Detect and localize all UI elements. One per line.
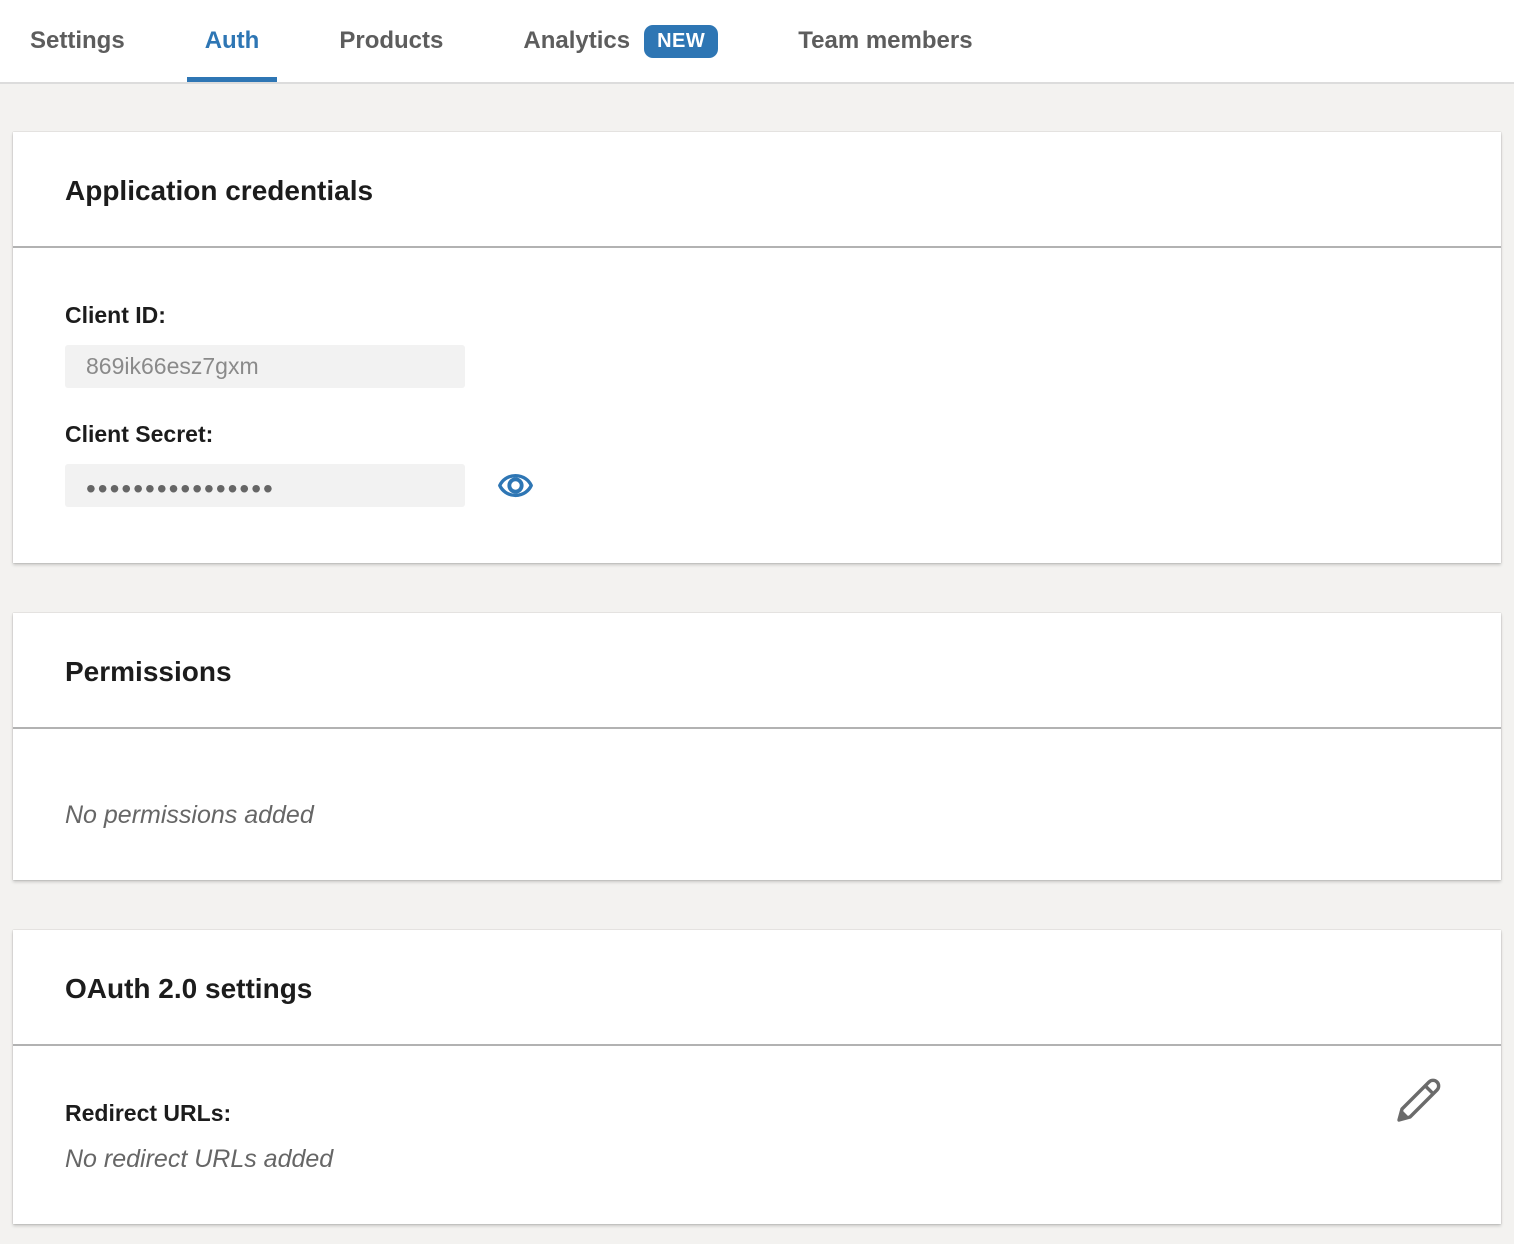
tab-settings[interactable]: Settings xyxy=(30,0,125,82)
permissions-body: No permissions added xyxy=(13,729,1501,880)
application-credentials-body: Client ID: 869ik66esz7gxm Client Secret:… xyxy=(13,248,1501,563)
no-permissions-text: No permissions added xyxy=(65,801,1449,830)
edit-redirect-urls-button[interactable] xyxy=(1395,1076,1443,1124)
permissions-header: Permissions xyxy=(13,613,1501,729)
client-id-label: Client ID: xyxy=(65,302,1449,329)
tab-products-label: Products xyxy=(339,27,443,55)
oauth-settings-title: OAuth 2.0 settings xyxy=(65,972,1449,1006)
oauth-settings-card: OAuth 2.0 settings Redirect URLs: No red… xyxy=(13,930,1501,1224)
permissions-title: Permissions xyxy=(65,655,1449,689)
tab-auth-label: Auth xyxy=(205,27,260,55)
redirect-urls-label: Redirect URLs: xyxy=(65,1100,1449,1127)
permissions-card: Permissions No permissions added xyxy=(13,613,1501,880)
application-credentials-header: Application credentials xyxy=(13,132,1501,248)
tab-team-members[interactable]: Team members xyxy=(798,0,972,82)
application-credentials-card: Application credentials Client ID: 869ik… xyxy=(13,132,1501,563)
analytics-new-badge: NEW xyxy=(644,25,718,58)
client-secret-group: Client Secret: •••••••••••••••• xyxy=(65,421,1449,507)
client-secret-field: •••••••••••••••• xyxy=(65,464,465,507)
auth-tab-content: Application credentials Client ID: 869ik… xyxy=(0,84,1514,1237)
application-credentials-title: Application credentials xyxy=(65,174,1449,208)
tab-bar: Settings Auth Products Analytics NEW Tea… xyxy=(0,0,1514,84)
client-id-group: Client ID: 869ik66esz7gxm xyxy=(65,302,1449,388)
no-redirect-urls-text: No redirect URLs added xyxy=(65,1145,1449,1174)
client-secret-label: Client Secret: xyxy=(65,421,1449,448)
show-client-secret-button[interactable] xyxy=(497,467,534,504)
pencil-icon xyxy=(1395,1076,1443,1124)
oauth-settings-header: OAuth 2.0 settings xyxy=(13,930,1501,1046)
eye-icon xyxy=(497,467,534,504)
client-id-value: 869ik66esz7gxm xyxy=(86,353,259,380)
tab-auth[interactable]: Auth xyxy=(205,0,260,82)
tab-analytics-label: Analytics xyxy=(523,27,630,55)
client-id-field: 869ik66esz7gxm xyxy=(65,345,465,388)
client-secret-masked-value: •••••••••••••••• xyxy=(86,469,275,503)
client-secret-row: •••••••••••••••• xyxy=(65,464,1449,507)
oauth-settings-body: Redirect URLs: No redirect URLs added xyxy=(13,1046,1501,1224)
tab-team-members-label: Team members xyxy=(798,27,972,55)
tab-settings-label: Settings xyxy=(30,27,125,55)
tab-analytics[interactable]: Analytics NEW xyxy=(523,0,718,82)
tab-products[interactable]: Products xyxy=(339,0,443,82)
